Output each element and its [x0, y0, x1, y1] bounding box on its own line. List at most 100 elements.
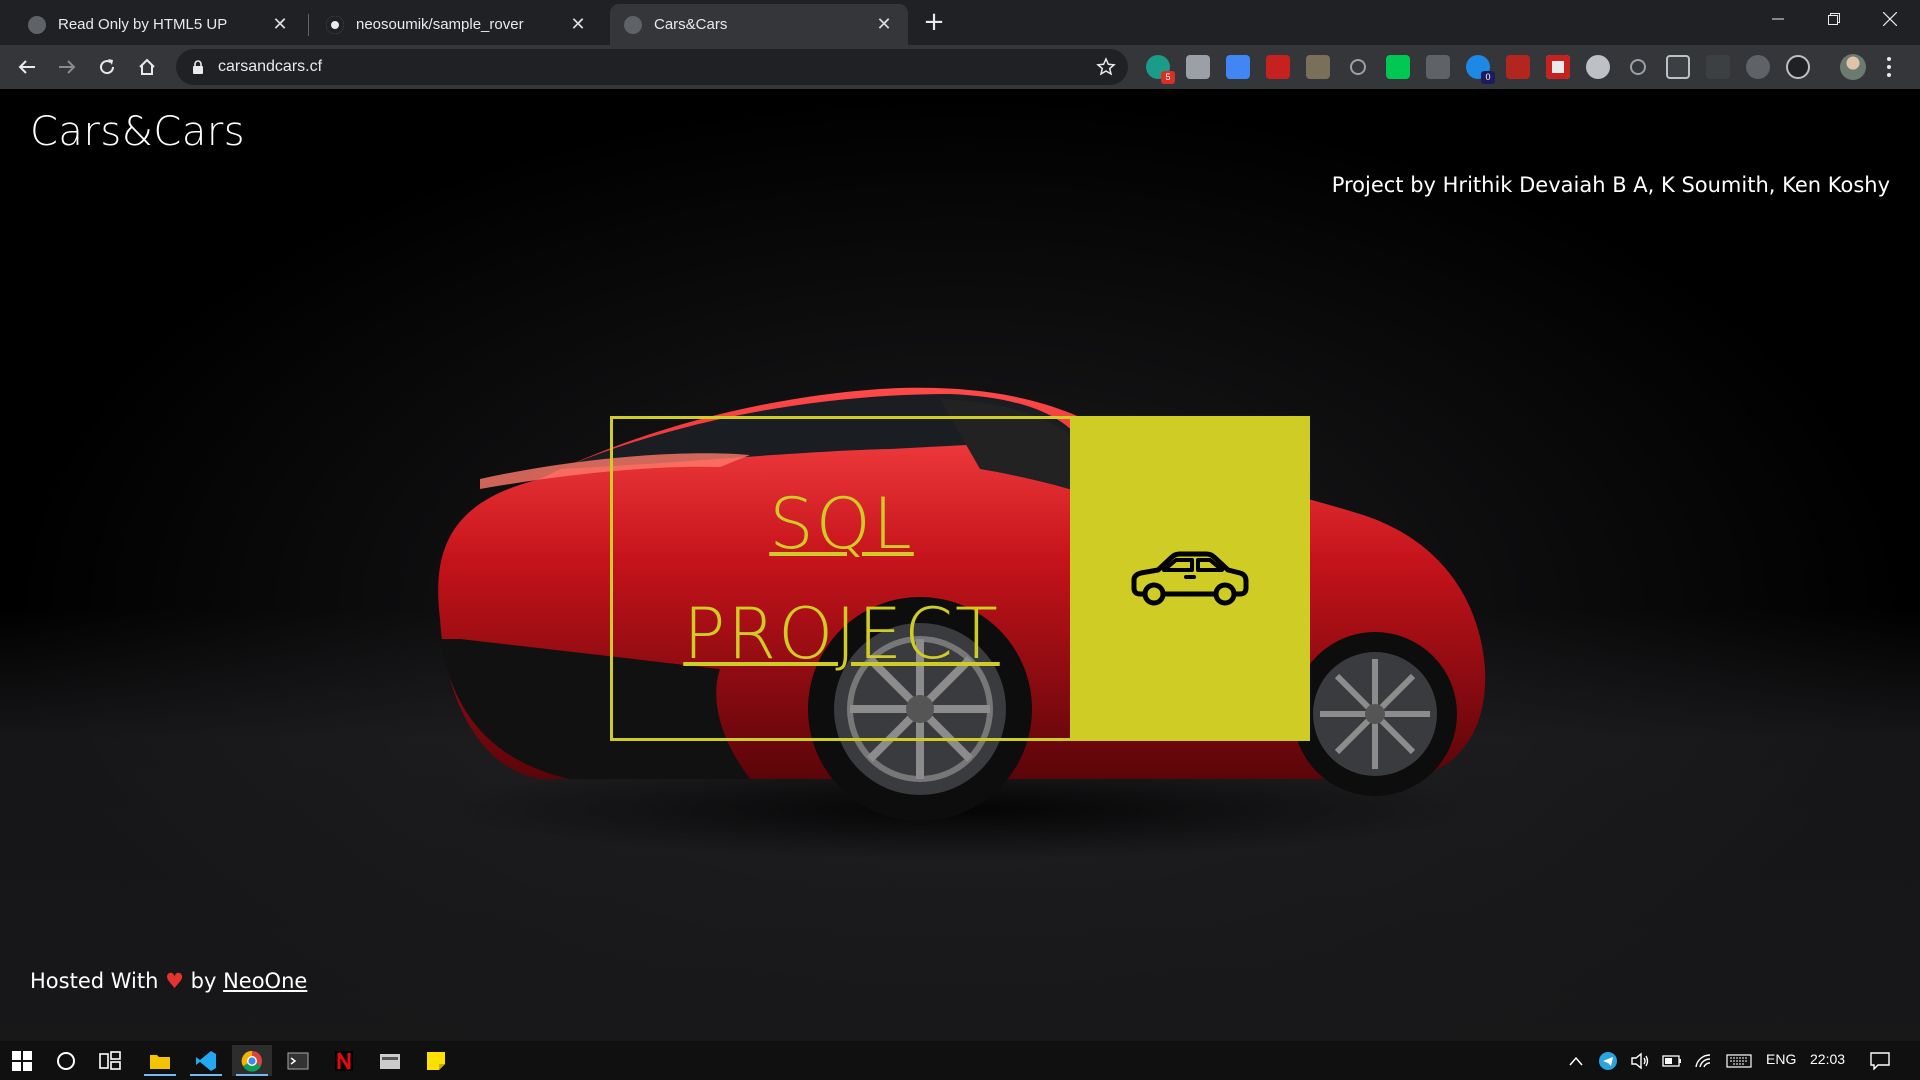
taskbar-netflix[interactable]	[324, 1045, 364, 1076]
minimize-icon	[1772, 18, 1784, 20]
battery-icon	[1662, 1054, 1681, 1067]
hero-line-sql[interactable]: SQL	[769, 469, 914, 579]
extension-tree-icon[interactable]	[1306, 55, 1330, 79]
back-button[interactable]	[11, 51, 43, 83]
author-link[interactable]: NeoOne	[223, 969, 307, 993]
tab-cars-and-cars[interactable]: Cars&Cars ✕	[610, 4, 908, 45]
chrome-icon	[241, 1050, 262, 1072]
tab-strip: Read Only by HTML5 UP ✕ neosoumik/sample…	[0, 0, 1920, 45]
extension-window-icon[interactable]	[1666, 55, 1690, 79]
task-view-button[interactable]	[90, 1045, 130, 1076]
extension-pocket-icon[interactable]	[1546, 55, 1570, 79]
extension-bulb-icon[interactable]	[1746, 55, 1770, 79]
globe-icon	[28, 15, 46, 34]
sticky-notes-icon	[427, 1051, 445, 1070]
tab-sample-rover[interactable]: neosoumik/sample_rover ✕	[312, 4, 602, 45]
extension-smile-icon[interactable]	[1386, 55, 1410, 79]
extension-bubble-icon[interactable]: 0	[1466, 55, 1495, 84]
tray-volume[interactable]	[1626, 1045, 1654, 1076]
tab-title: Cars&Cars	[654, 16, 728, 33]
close-icon[interactable]: ✕	[568, 14, 588, 35]
home-button[interactable]	[131, 51, 163, 83]
hero-line-project[interactable]: PROJECT	[683, 579, 999, 689]
extension-badge: 5	[1161, 71, 1175, 84]
site-title[interactable]: Cars&Cars	[30, 109, 245, 155]
active-app-indicator	[236, 1074, 268, 1076]
tab-read-only[interactable]: Read Only by HTML5 UP ✕	[14, 4, 304, 45]
restore-button[interactable]	[1806, 0, 1862, 38]
reload-button[interactable]	[91, 51, 123, 83]
restore-icon	[1828, 13, 1840, 25]
speaker-icon	[1631, 1052, 1649, 1069]
notification-icon	[1870, 1051, 1890, 1070]
extension-circle-icon[interactable]	[1350, 59, 1366, 75]
extension-console-icon[interactable]	[1706, 55, 1730, 79]
wifi-icon	[1695, 1053, 1711, 1067]
tab-title: Read Only by HTML5 UP	[58, 16, 228, 33]
hero-icon-panel	[1070, 416, 1310, 741]
tray-keyboard[interactable]	[1722, 1045, 1756, 1076]
profile-avatar[interactable]	[1840, 54, 1866, 80]
forward-button[interactable]	[51, 51, 83, 83]
extension-gauge-icon[interactable]	[1586, 55, 1610, 79]
terminal-icon	[287, 1052, 309, 1069]
language-indicator[interactable]: ENG	[1766, 1051, 1796, 1067]
address-bar[interactable]: carsandcars.cf	[176, 49, 1128, 85]
notification-center-button[interactable]	[1862, 1045, 1898, 1076]
telegram-icon	[1599, 1051, 1617, 1070]
tray-wifi[interactable]	[1690, 1045, 1718, 1076]
browser-menu-button[interactable]	[1882, 55, 1896, 79]
taskbar-chrome[interactable]	[232, 1045, 272, 1076]
chevron-up-icon	[1569, 1056, 1583, 1065]
clock[interactable]: 22:03	[1810, 1051, 1845, 1067]
close-icon[interactable]: ✕	[270, 14, 290, 35]
start-button[interactable]	[2, 1045, 42, 1076]
browser-toolbar: carsandcars.cf 5 0	[0, 45, 1920, 89]
tab-title: neosoumik/sample_rover	[356, 16, 524, 33]
home-icon	[139, 58, 155, 75]
extension-grammar-icon[interactable]: 5	[1146, 55, 1175, 84]
globe-icon	[624, 15, 642, 34]
extension-pdf-icon[interactable]	[1506, 55, 1530, 79]
extension-cap-icon[interactable]	[1426, 55, 1450, 79]
tab-separator	[308, 14, 309, 36]
hero-box: SQL PROJECT	[610, 416, 1310, 741]
close-icon	[1883, 12, 1897, 26]
taskbar-files[interactable]	[370, 1045, 410, 1076]
arrow-left-icon	[18, 60, 35, 74]
windows-taskbar: ENG 22:03	[0, 1041, 1920, 1080]
extension-keyboard-icon[interactable]	[1186, 55, 1210, 79]
menu-dot-icon	[1887, 73, 1891, 77]
tray-telegram[interactable]	[1594, 1045, 1622, 1076]
keyboard-icon	[1726, 1053, 1752, 1068]
menu-dot-icon	[1887, 65, 1891, 69]
tray-overflow-button[interactable]	[1562, 1045, 1590, 1076]
extension-translate-icon[interactable]	[1226, 55, 1250, 79]
url-text: carsandcars.cf	[218, 58, 323, 75]
star-icon[interactable]	[1096, 57, 1116, 77]
minimize-button[interactable]	[1750, 0, 1806, 38]
search-button[interactable]	[46, 1045, 86, 1076]
close-window-button[interactable]	[1862, 0, 1918, 38]
extension-book-icon[interactable]	[1266, 55, 1290, 79]
new-tab-button[interactable]: +	[920, 7, 948, 37]
github-icon	[326, 15, 344, 34]
close-icon[interactable]: ✕	[874, 14, 894, 35]
lock-icon	[193, 60, 203, 74]
menu-dot-icon	[1887, 57, 1891, 61]
page-viewport: Cars&Cars Project by Hrithik Devaiah B A…	[0, 89, 1920, 1041]
extension-ring-icon[interactable]	[1630, 59, 1646, 75]
footer-prefix: Hosted With	[30, 969, 159, 993]
files-icon	[380, 1053, 400, 1069]
taskbar-sticky-notes[interactable]	[416, 1045, 456, 1076]
taskbar-terminal[interactable]	[278, 1045, 318, 1076]
arrow-right-icon	[59, 60, 76, 74]
extension-paw-icon[interactable]	[1786, 55, 1810, 79]
search-icon	[57, 1051, 75, 1070]
taskbar-vscode[interactable]	[186, 1045, 226, 1076]
heart-icon: ♥	[165, 969, 184, 993]
folder-icon	[150, 1054, 170, 1069]
taskbar-file-explorer[interactable]	[140, 1045, 180, 1076]
windows-start-icon	[12, 1050, 32, 1071]
tray-battery[interactable]	[1658, 1045, 1686, 1076]
